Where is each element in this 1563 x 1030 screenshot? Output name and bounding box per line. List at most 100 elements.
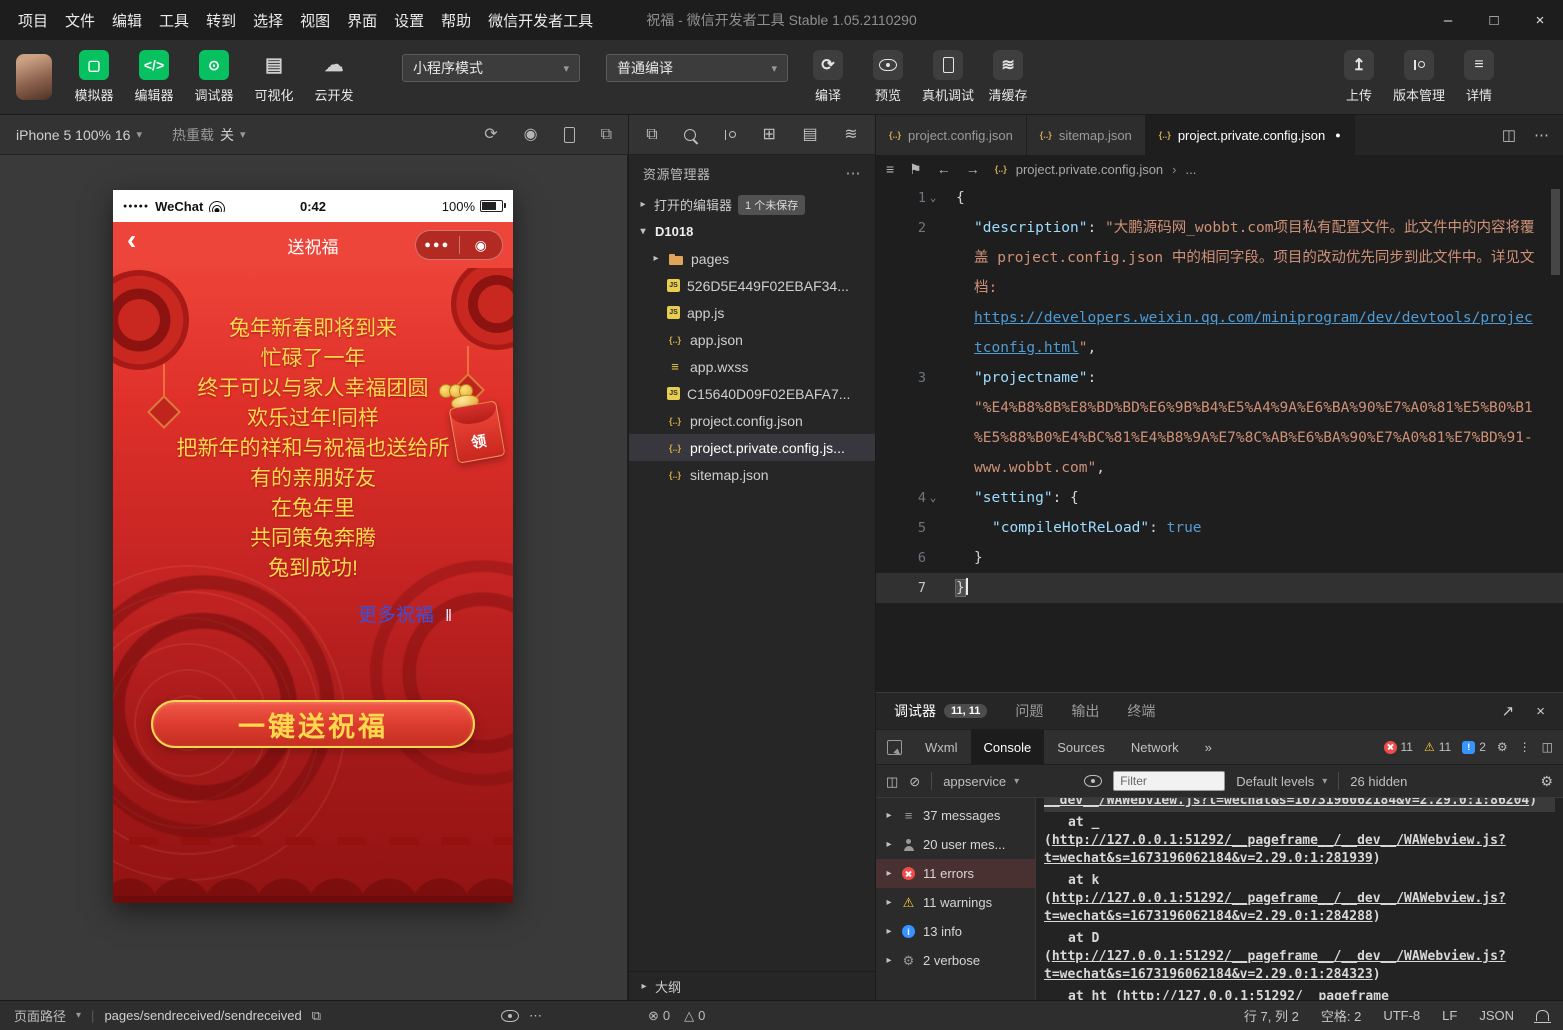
code-line[interactable]: 4⌄"setting": { [876,483,1563,513]
toolbar-button-调试器[interactable]: ⊙调试器 [188,50,240,104]
warning-counter[interactable]: ⚠11 [1424,740,1451,754]
menu-item[interactable]: 设置 [394,10,424,31]
editor-scrollbar[interactable] [1551,189,1560,275]
console-filter-input[interactable] [1113,771,1225,791]
issue-counter[interactable]: 2 [1462,740,1486,754]
menu-item[interactable]: 界面 [347,10,377,31]
devtools-tab-Sources[interactable]: Sources [1044,730,1118,764]
git-branch-icon[interactable] [723,128,736,142]
exit-circle-icon[interactable]: ◉ [460,237,503,254]
record-icon[interactable]: ◉ [524,127,538,143]
mode-select[interactable]: 小程序模式 ▾ [402,54,580,82]
dock-side-icon[interactable]: ◫ [1542,741,1553,753]
tree-item-app.wxss[interactable]: app.wxss [629,353,875,380]
context-select[interactable]: appservice ▾ [943,774,1073,789]
more-icon[interactable]: ⋯ [529,1009,542,1022]
menu-item[interactable]: 选择 [253,10,283,31]
user-avatar[interactable] [16,54,52,100]
code-line[interactable]: 1⌄{ [876,183,1563,213]
clear-console-icon[interactable]: ⊘ [909,775,920,788]
code-line[interactable]: 3"projectname": "%E4%B8%8B%E8%BD%BD%E6%9… [876,363,1563,483]
console-filter-37 messages[interactable]: ▸≡37 messages [876,801,1035,830]
log-line[interactable]: at D (http://127.0.0.1:51292/__pageframe… [1044,928,1555,986]
menu-item[interactable]: 编辑 [112,10,142,31]
tree-item-526D5E449F02EBAF34...[interactable]: 526D5E449F02EBAF34... [629,272,875,299]
toolbar-button-清缓存[interactable]: ≋清缓存 [982,50,1034,104]
toolbar-button-详情[interactable]: ≡详情 [1453,50,1505,104]
copy-path-icon[interactable]: ⧉ [312,1009,321,1022]
more-dots-icon[interactable]: ●●● [416,239,459,251]
back-arrow-icon[interactable]: ← [937,162,951,176]
search-icon[interactable] [684,129,696,141]
devtools-tab-Wxml[interactable]: Wxml [912,730,971,764]
menu-item[interactable]: 转到 [206,10,236,31]
console-log[interactable]: __dev__/WAWebview.js?t=wechat&s=16731960… [1036,798,1563,1000]
live-expression-eye-icon[interactable] [1084,775,1102,787]
maximize-button[interactable]: □ [1471,0,1517,40]
project-root-row[interactable]: ▾ D1018 [629,218,875,245]
code-line[interactable]: 2"description": "大鹏源码网_wobbt.com项目私有配置文件… [876,213,1563,363]
toolbar-button-版本管理[interactable]: 版本管理 [1393,50,1445,104]
breadcrumb-more[interactable]: ... [1186,162,1197,177]
cursor-position[interactable]: 行 7, 列 2 [1244,1006,1299,1025]
multi-window-icon[interactable]: ⧉ [601,127,612,143]
hot-reload-toggle[interactable]: 热重载 关 ▾ [172,125,246,145]
panel-tab-问题[interactable]: 问题 [1015,701,1043,721]
panel-tab-输出[interactable]: 输出 [1071,701,1099,721]
bookmark-icon[interactable]: ⚑ [909,162,922,176]
tree-item-app.json[interactable]: app.json [629,326,875,353]
close-button[interactable]: × [1517,0,1563,40]
minimize-button[interactable]: – [1425,0,1471,40]
code-link[interactable]: https://developers.weixin.qq.com/minipro… [974,310,1533,356]
code-line[interactable]: 5"compileHotReLoad": true [876,513,1563,543]
gear-icon[interactable]: ⚙ [1497,741,1508,753]
back-icon[interactable]: ‹ [127,224,136,256]
toolbar-button-模拟器[interactable]: ▢模拟器 [68,50,120,104]
more-icon[interactable]: ⋯ [1534,128,1549,143]
tree-item-sitemap.json[interactable]: sitemap.json [629,461,875,488]
page-path-label[interactable]: 页面路径 [14,1006,66,1025]
tree-item-C15640D09F02EBAFA7...[interactable]: C15640D09F02EBAFA7... [629,380,875,407]
console-filter-20 user mes...[interactable]: ▸20 user mes... [876,830,1035,859]
more-blessings-link[interactable]: 更多祝福 [358,605,434,626]
error-counter[interactable]: 11 [1384,740,1413,754]
fold-icon[interactable]: ⌄ [926,183,940,213]
toolbar-button-上传[interactable]: ↥上传 [1333,50,1385,104]
log-line[interactable]: at ht (http://127.0.0.1:51292/__pagefram… [1044,986,1555,1000]
close-panel-icon[interactable]: × [1536,704,1545,719]
menu-item[interactable]: 帮助 [441,10,471,31]
toolbar-button-真机调试[interactable]: 真机调试 [922,50,974,104]
tree-item-project.private.config.js...[interactable]: project.private.config.js... [629,434,875,461]
open-editors-row[interactable]: ▸ 打开的编辑器 1 个未保存 [629,191,875,218]
log-line[interactable]: __dev__/WAWebview.js?t=wechat&s=16731960… [1044,798,1555,812]
log-line[interactable]: at _ (http://127.0.0.1:51292/__pageframe… [1044,812,1555,870]
language-mode[interactable]: JSON [1479,1008,1514,1023]
expand-panel-icon[interactable]: ↗ [1502,704,1515,719]
fold-icon[interactable]: ⌄ [926,483,940,513]
panel-tab-终端[interactable]: 终端 [1127,701,1155,721]
send-blessing-button[interactable]: 一键送祝福 [151,700,475,748]
stack-frame-link[interactable]: __dev__/WAWebview.js?t=wechat&s=16731960… [1044,798,1529,808]
breadcrumb-file[interactable]: project.private.config.json [1016,162,1163,177]
code-area[interactable]: 1⌄{2"description": "大鹏源码网_wobbt.com项目私有配… [876,183,1563,603]
encoding[interactable]: UTF-8 [1383,1008,1420,1023]
console-settings-gear-icon[interactable]: ⚙ [1540,774,1553,788]
tree-item-project.config.json[interactable]: project.config.json [629,407,875,434]
device-select[interactable]: iPhone 5 100% 16 ▾ [16,127,142,143]
watch-eye-icon[interactable] [501,1010,519,1022]
stack-frame-link[interactable]: http://127.0.0.1:51292/__pageframe__/__d… [1044,833,1506,866]
overflow-tabs-icon[interactable]: » [1192,730,1225,764]
toolbar-button-预览[interactable]: 预览 [862,50,914,104]
toolbar-button-编辑器[interactable]: </>编辑器 [128,50,180,104]
editor-tab-project.private.config.json[interactable]: {..}project.private.config.json● [1146,115,1355,155]
code-line[interactable]: 7} [876,573,1563,603]
outline-list-icon[interactable]: ≡ [886,162,894,176]
menu-item[interactable]: 项目 [18,10,48,31]
more-icon[interactable]: ⋯ [846,164,862,182]
tree-item-app.js[interactable]: app.js [629,299,875,326]
log-levels-select[interactable]: Default levels ▾ [1236,774,1327,789]
menu-item[interactable]: 视图 [300,10,330,31]
toolbar-button-云开发[interactable]: ☁云开发 [308,50,360,104]
save-all-icon[interactable]: ▤ [803,127,818,143]
editor-tab-sitemap.json[interactable]: {..}sitemap.json [1027,115,1146,155]
